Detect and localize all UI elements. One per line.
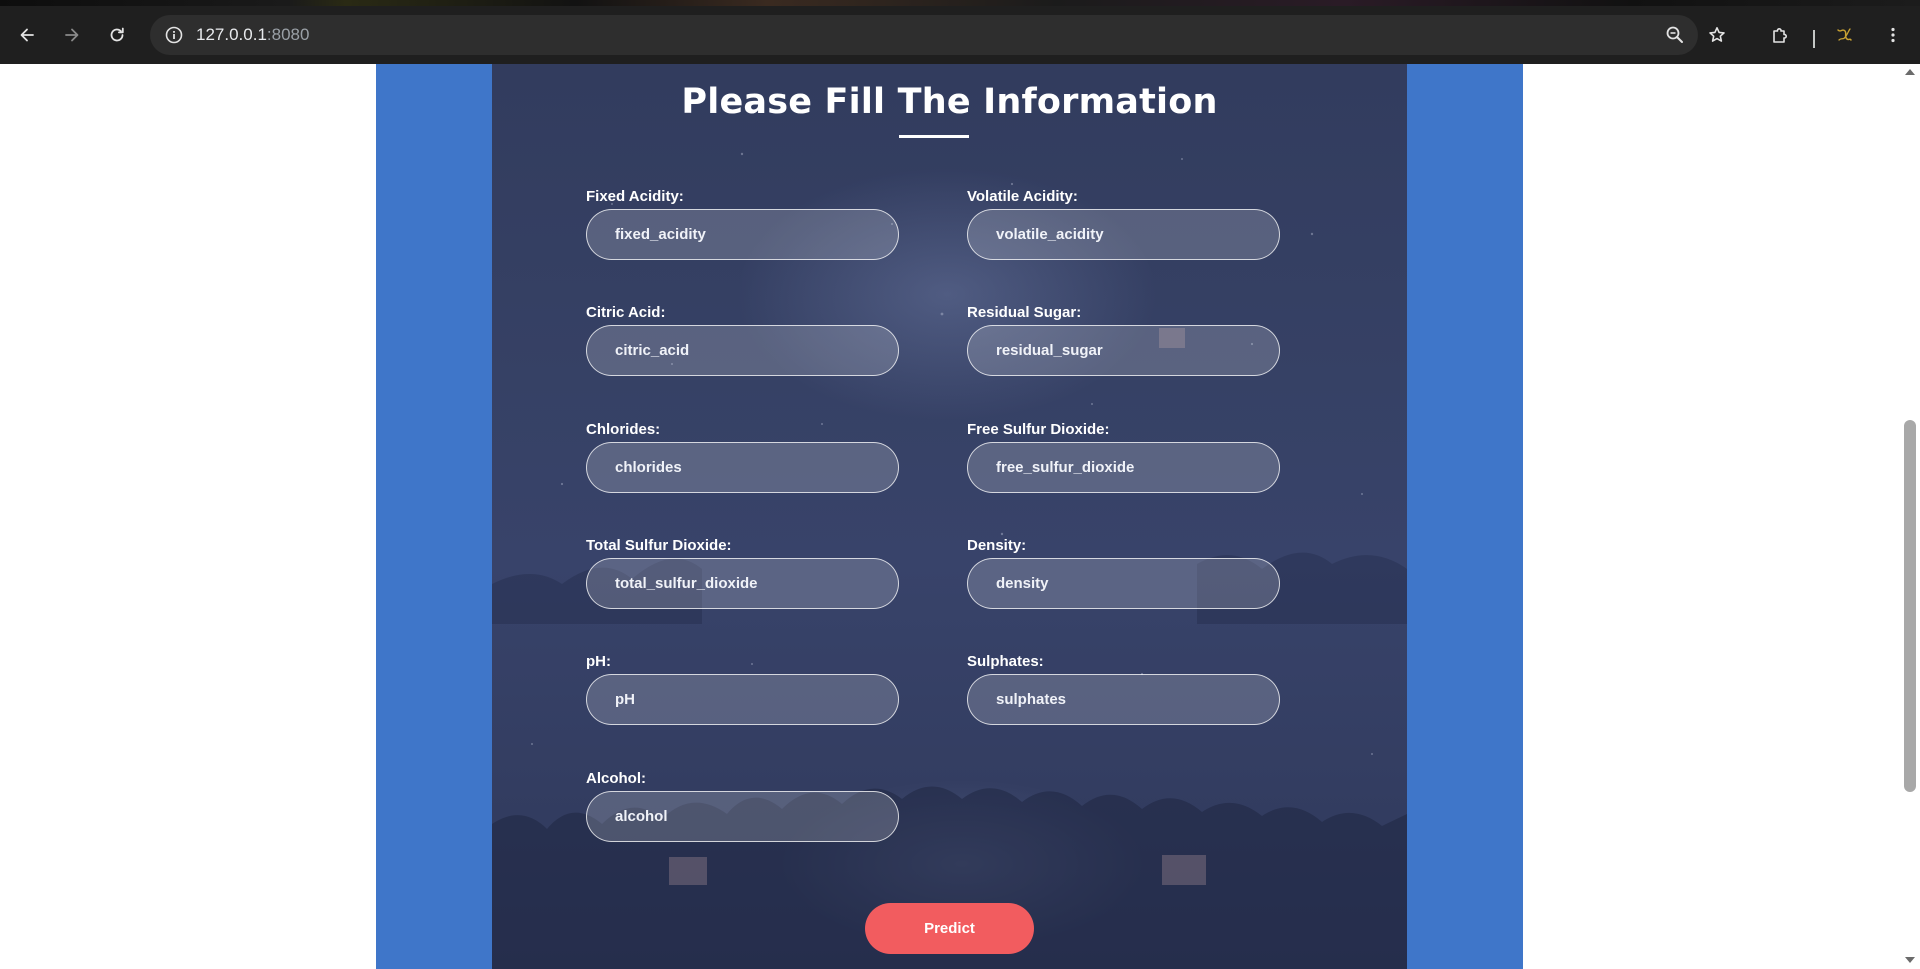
density-input[interactable] [967,558,1280,609]
info-icon[interactable] [164,25,184,45]
browser-menu-button[interactable] [1878,20,1908,50]
total-sulfur-dioxide-input[interactable] [586,558,899,609]
toolbar-divider [1813,30,1815,48]
alcohol-input[interactable] [586,791,899,842]
puzzle-icon [1773,28,1787,43]
browser-toolbar: 127.0.0.1:8080 [0,6,1920,64]
form-panel: Please Fill The Information Fixed Acidit… [492,64,1407,969]
back-arrow-icon [20,28,34,42]
url-port: :8080 [266,25,310,44]
reload-icon [110,27,124,42]
residual-sugar-input[interactable] [967,325,1280,376]
ph-field: pH: [586,653,899,725]
ph-label: pH: [586,653,611,670]
scroll-up-arrow-icon[interactable] [1905,69,1915,75]
extensions-button[interactable] [1765,20,1795,50]
citric-acid-label: Citric Acid: [586,304,666,321]
density-field: Density: [967,537,1280,609]
alcohol-label: Alcohol: [586,770,646,787]
profile-icon [1837,28,1852,41]
predict-button[interactable]: Predict [865,903,1034,954]
volatile-acidity-field: Volatile Acidity: [967,188,1280,260]
kebab-menu-icon [1891,27,1895,43]
page-viewport: Please Fill The Information Fixed Acidit… [0,64,1920,969]
page-title: Please Fill The Information [681,82,1218,122]
sulphates-input[interactable] [967,674,1280,725]
citric-acid-field: Citric Acid: [586,304,899,376]
url-text[interactable]: 127.0.0.1:8080 [196,26,309,44]
free-sulfur-dioxide-label: Free Sulfur Dioxide: [967,421,1110,438]
title-underline [899,135,969,138]
free-sulfur-dioxide-input[interactable] [967,442,1280,493]
citric-acid-input[interactable] [586,325,899,376]
fixed-acidity-label: Fixed Acidity: [586,188,684,205]
star-icon [1709,27,1725,42]
scroll-down-arrow-icon[interactable] [1905,957,1915,963]
sulphates-label: Sulphates: [967,653,1044,670]
density-label: Density: [967,537,1027,554]
forward-arrow-icon [65,28,79,42]
address-bar[interactable]: 127.0.0.1:8080 [150,15,1698,55]
ph-input[interactable] [586,674,899,725]
sulphates-field: Sulphates: [967,653,1280,725]
zoom-icon[interactable] [1664,24,1686,46]
total-sulfur-dioxide-label: Total Sulfur Dioxide: [586,537,732,554]
forward-button[interactable] [57,20,87,50]
chlorides-label: Chlorides: [586,421,661,438]
back-button[interactable] [12,20,42,50]
volatile-acidity-label: Volatile Acidity: [967,188,1078,205]
volatile-acidity-input[interactable] [967,209,1280,260]
bookmark-button[interactable] [1702,20,1732,50]
chlorides-field: Chlorides: [586,421,899,493]
alcohol-field: Alcohol: [586,770,899,842]
fixed-acidity-input[interactable] [586,209,899,260]
residual-sugar-label: Residual Sugar: [967,304,1082,321]
total-sulfur-dioxide-field: Total Sulfur Dioxide: [586,537,899,609]
scrollbar-thumb[interactable] [1904,420,1916,792]
url-host: 127.0.0.1 [196,25,267,44]
free-sulfur-dioxide-field: Free Sulfur Dioxide: [967,421,1280,493]
page-scrollbar[interactable] [1900,64,1920,969]
chlorides-input[interactable] [586,442,899,493]
reload-button[interactable] [102,20,132,50]
profile-button[interactable] [1829,20,1859,50]
residual-sugar-field: Residual Sugar: [967,304,1280,376]
fixed-acidity-field: Fixed Acidity: [586,188,899,260]
